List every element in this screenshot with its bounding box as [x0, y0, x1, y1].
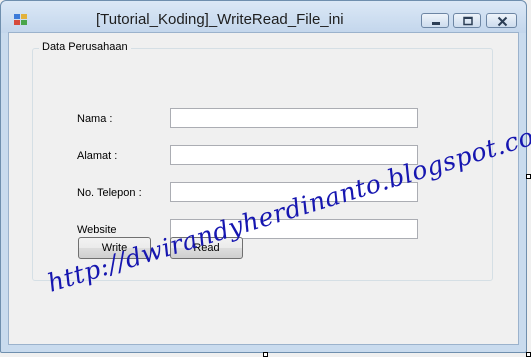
maximize-icon [463, 16, 473, 26]
app-icon[interactable] [14, 13, 28, 25]
telepon-label: No. Telepon : [77, 187, 142, 199]
nama-input[interactable] [170, 108, 418, 128]
window-title: [Tutorial_Koding]_WriteRead_File_ini [96, 11, 344, 28]
minimize-icon [432, 22, 440, 25]
nama-label: Nama : [77, 113, 113, 125]
alamat-input[interactable] [170, 145, 418, 165]
close-button[interactable] [486, 13, 517, 28]
website-label: Website [77, 224, 117, 236]
alamat-label: Alamat : [77, 150, 118, 162]
title-bar[interactable]: [Tutorial_Koding]_WriteRead_File_ini [1, 1, 526, 33]
minimize-button[interactable] [421, 13, 449, 28]
resize-handle-bottom[interactable] [263, 352, 268, 357]
resize-handle-right[interactable] [526, 174, 531, 179]
resize-handle-corner[interactable] [526, 352, 531, 357]
close-icon [497, 16, 508, 27]
maximize-button[interactable] [453, 13, 481, 28]
groupbox-title: Data Perusahaan [39, 41, 131, 53]
